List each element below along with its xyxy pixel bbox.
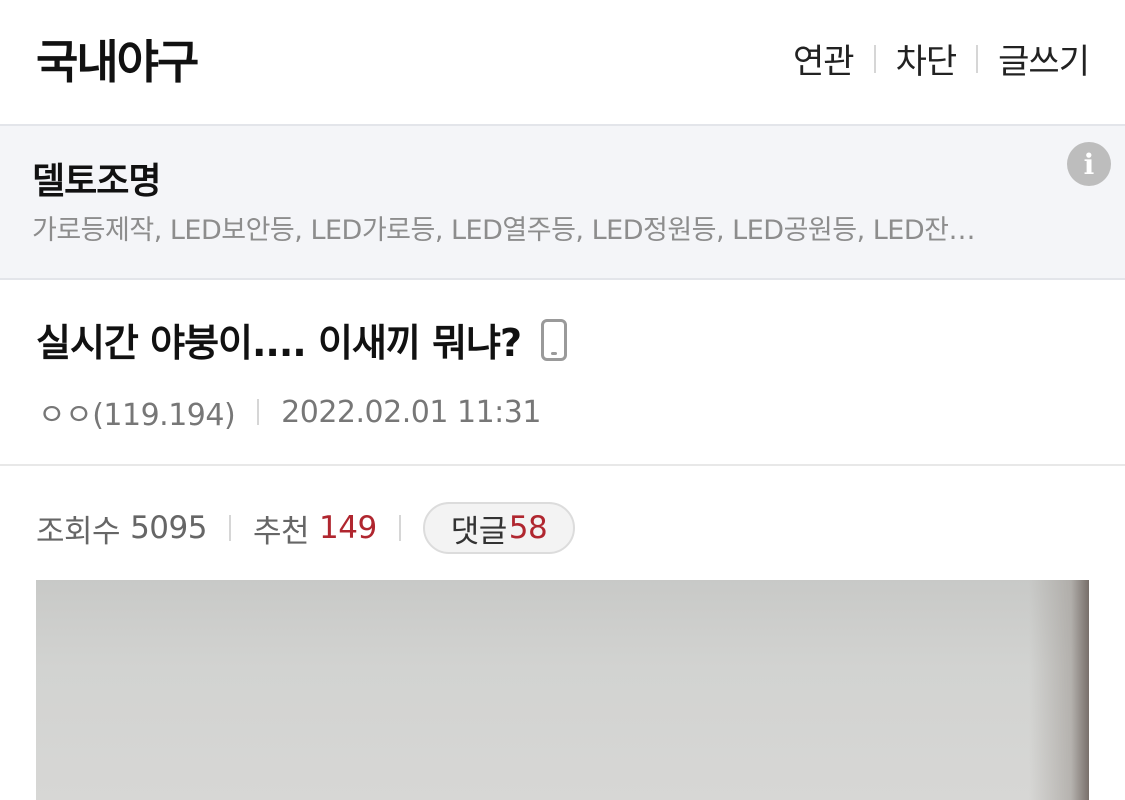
divider xyxy=(873,44,876,73)
image-edge-shadow xyxy=(1029,580,1089,800)
ad-banner[interactable]: 델토조명 가로등제작, LED보안등, LED가로등, LED열주등, LED정… xyxy=(0,124,1125,280)
board-title[interactable]: 국내야구 xyxy=(36,26,199,92)
views-count: 5095 xyxy=(130,510,207,546)
post-meta: ㅇㅇ(119.194) 2022.02.01 11:31 xyxy=(38,390,541,434)
info-icon[interactable]: i xyxy=(1067,142,1111,186)
ad-description: 가로등제작, LED보안등, LED가로등, LED열주등, LED정원등, L… xyxy=(32,215,976,246)
header-actions: 연관 차단 글쓰기 xyxy=(793,34,1090,83)
mobile-phone-icon xyxy=(541,318,568,361)
block-button[interactable]: 차단 xyxy=(896,34,958,83)
write-button[interactable]: 글쓰기 xyxy=(998,34,1090,83)
post-image xyxy=(36,580,1089,800)
divider xyxy=(228,515,231,541)
views-label: 조회수 xyxy=(36,513,121,550)
divider xyxy=(257,399,260,425)
ad-title[interactable]: 델토조명 xyxy=(32,152,161,204)
comments-count: 58 xyxy=(508,510,548,546)
post-datetime: 2022.02.01 11:31 xyxy=(281,394,541,430)
comments-label: 댓글 xyxy=(450,513,508,550)
author-name[interactable]: ㅇㅇ(119.194) xyxy=(38,390,236,434)
post-stats: 조회수 5095 추천 149 댓글 58 xyxy=(36,502,576,554)
related-button[interactable]: 연관 xyxy=(793,34,855,83)
divider xyxy=(976,44,979,73)
comments-button[interactable]: 댓글 58 xyxy=(422,502,576,554)
post-header: 실시간 야붕이.... 이새끼 뭐냐? ㅇㅇ(119.194) 2022.02.… xyxy=(0,280,1125,466)
divider xyxy=(398,515,401,541)
recommend-count: 149 xyxy=(319,510,377,546)
post-title: 실시간 야붕이.... 이새끼 뭐냐? xyxy=(36,312,568,367)
top-header: 국내야구 연관 차단 글쓰기 xyxy=(0,0,1125,124)
post-title-text: 실시간 야붕이.... 이새끼 뭐냐? xyxy=(36,321,522,365)
recommend-label: 추천 xyxy=(252,513,310,550)
